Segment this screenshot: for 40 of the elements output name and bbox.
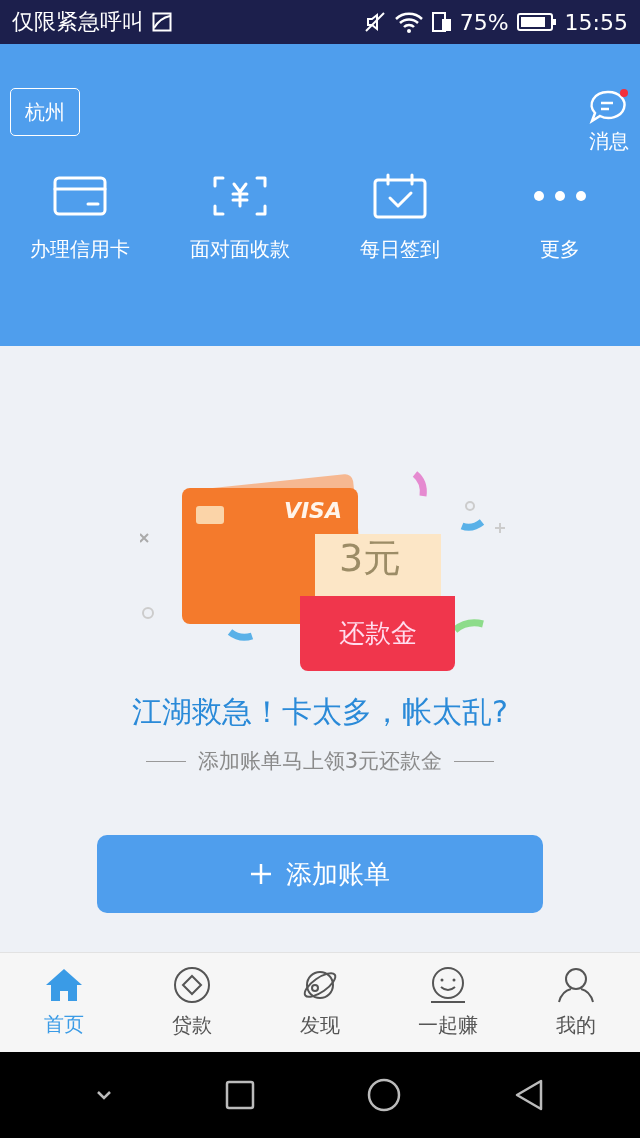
person-icon: [557, 966, 595, 1004]
tab[interactable]: 我的: [512, 953, 640, 1052]
back-icon[interactable]: [513, 1079, 544, 1111]
action-label[interactable]: 更多: [540, 236, 580, 263]
chevron-down-icon[interactable]: [96, 1090, 113, 1100]
plus-icon: [250, 863, 272, 885]
credit-card-icon: [52, 174, 108, 218]
tab[interactable]: 一起赚: [384, 953, 512, 1052]
add-bill-button[interactable]: 添加账单: [97, 835, 543, 913]
city-button[interactable]: 杭州: [10, 88, 80, 136]
diamond-coin-icon: [173, 966, 211, 1004]
carrier-text: 仅限紧急呼叫: [12, 8, 144, 36]
calendar-check-icon: [372, 172, 428, 220]
recents-icon[interactable]: [224, 1080, 255, 1110]
card-chip: [196, 506, 224, 524]
action-label[interactable]: 办理信用卡: [30, 236, 130, 263]
card-brand: VISA: [283, 498, 342, 523]
voucher-label: 还款金: [338, 617, 417, 650]
sim-icon: [431, 11, 452, 33]
action-label[interactable]: 面对面收款: [190, 236, 290, 263]
home-circle-icon[interactable]: [367, 1078, 402, 1112]
battery-percent: 75%: [459, 9, 509, 35]
messages-button[interactable]: 消息: [588, 88, 630, 155]
tab[interactable]: 贷款: [128, 953, 256, 1052]
tab[interactable]: 发现: [256, 953, 384, 1052]
home-icon: [44, 967, 84, 1003]
more-icon[interactable]: [532, 189, 588, 203]
action-label[interactable]: 每日签到: [360, 236, 440, 263]
voucher-amount: 3元: [339, 536, 402, 582]
battery-icon: [516, 12, 557, 32]
scan-yuan-icon: [212, 174, 268, 218]
clock-time: 15:55: [564, 9, 628, 35]
promo-subtitle: 添加账单马上领3元还款金: [197, 748, 443, 775]
smiley-icon: [428, 966, 468, 1004]
tab[interactable]: 首页: [0, 953, 128, 1052]
chat-bubble-icon: [588, 88, 630, 126]
promo-headline: 江湖救急！卡太多，帐太乱?: [132, 693, 508, 731]
mute-icon: [363, 11, 386, 33]
image-icon: [152, 12, 172, 32]
wifi-icon: [393, 11, 424, 33]
